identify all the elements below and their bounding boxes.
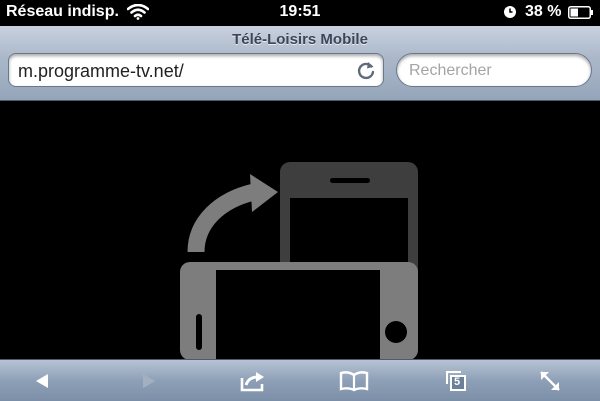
browser-toolbar bbox=[0, 359, 600, 401]
back-button[interactable] bbox=[22, 360, 62, 401]
share-icon[interactable] bbox=[238, 370, 266, 392]
fullscreen-expand-icon[interactable] bbox=[538, 369, 562, 393]
page-content bbox=[0, 101, 600, 360]
bookmarks-book-icon[interactable] bbox=[339, 370, 369, 392]
bookmarks-button[interactable] bbox=[332, 360, 376, 401]
search-field[interactable] bbox=[396, 53, 592, 87]
rotate-device-illustration bbox=[180, 162, 418, 360]
url-text[interactable]: m.programme-tv.net/ bbox=[18, 61, 184, 82]
forward-arrow-icon[interactable] bbox=[141, 373, 157, 389]
url-field[interactable]: m.programme-tv.net/ bbox=[8, 53, 384, 87]
battery-percentage: 38 % bbox=[525, 3, 562, 20]
fullscreen-button[interactable] bbox=[528, 360, 572, 401]
search-input[interactable] bbox=[409, 61, 579, 81]
reload-icon[interactable] bbox=[355, 60, 377, 87]
rotation-arrow-icon bbox=[187, 174, 278, 253]
page-title: Télé-Loisirs Mobile bbox=[232, 31, 368, 48]
back-arrow-icon[interactable] bbox=[34, 373, 50, 389]
forward-button[interactable] bbox=[129, 360, 169, 401]
landscape-phone-icon bbox=[180, 262, 418, 360]
tabs-count-badge: 5 bbox=[453, 376, 461, 388]
battery-icon bbox=[568, 6, 594, 24]
browser-top-bar: Télé-Loisirs Mobile m.programme-tv.net/ bbox=[0, 26, 600, 101]
status-bar: Réseau indisp. 19:51 38 % bbox=[0, 0, 600, 26]
alarm-clock-icon bbox=[503, 5, 517, 24]
share-button[interactable] bbox=[230, 360, 274, 401]
